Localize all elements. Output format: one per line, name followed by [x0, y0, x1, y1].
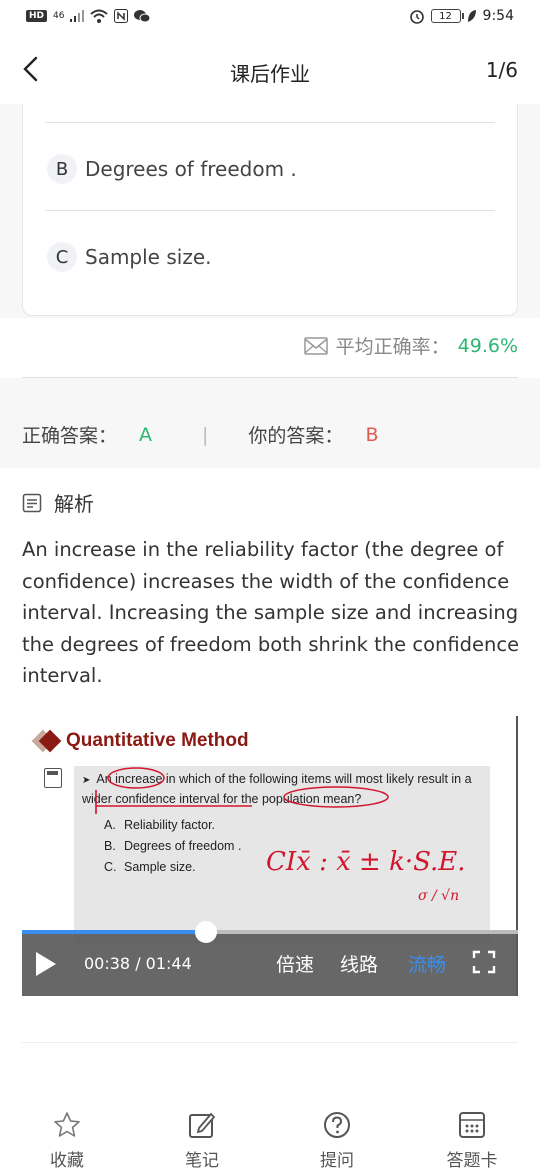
page-title: 课后作业 [230, 62, 310, 86]
answer-separator: | [202, 423, 209, 446]
quality-button[interactable]: 流畅 [408, 950, 446, 977]
option-letter: C [47, 242, 77, 272]
answer-card-icon [459, 1112, 485, 1138]
nav-bar: 课后作业 1/6 [0, 36, 540, 104]
seek-handle[interactable] [194, 921, 217, 943]
my-answer-label: 你的答案： [248, 425, 344, 447]
accuracy-row: 平均正确率： 49.6% [0, 318, 540, 378]
option-divider [45, 210, 495, 211]
network-type: 46 [53, 11, 65, 21]
option-letter: B [47, 154, 77, 184]
handwriting-formula: CIx̄ : x̄ ± k·S.E. [266, 847, 466, 877]
star-icon [54, 1112, 80, 1137]
battery-indicator: 12 [430, 9, 464, 23]
slide-title: Quantitative Method [38, 729, 249, 753]
mail-icon[interactable] [303, 336, 328, 356]
signal-icon [70, 10, 85, 22]
route-button[interactable]: 线路 [340, 950, 378, 977]
question-progress: 1/6 [485, 58, 518, 82]
seek-progress [22, 930, 206, 934]
seek-bar[interactable] [22, 921, 518, 943]
bottom-divider [22, 1042, 518, 1043]
status-bar: HD 46 12 9:54 [0, 0, 540, 36]
alarm-icon [409, 10, 424, 24]
tab-favorite[interactable]: 收藏 [27, 1110, 107, 1171]
calculator-icon [44, 768, 62, 788]
tab-ask[interactable]: 提问 [297, 1110, 377, 1171]
accuracy-value: 49.6% [457, 334, 518, 357]
video-controls: 00:38 / 01:44 倍速 线路 流畅 [22, 921, 518, 996]
tab-answer-card[interactable]: 答题卡 [432, 1110, 512, 1171]
option-c[interactable]: C Sample size. [47, 237, 493, 277]
option-divider [45, 122, 495, 123]
accuracy-label: 平均正确率： [335, 336, 450, 358]
analysis-heading: 解析 [22, 488, 94, 517]
correct-answer-label: 正确答案： [22, 425, 118, 447]
analysis-text: An increase in the reliability factor (t… [22, 538, 520, 687]
speed-button[interactable]: 倍速 [276, 950, 314, 977]
option-text: Degrees of freedom . [85, 157, 297, 181]
hd-indicator: HD [26, 10, 48, 22]
handwriting-annotation: CIx̄ : x̄ ± k·S.E. σ / √n [95, 767, 466, 904]
document-icon [22, 493, 42, 512]
my-answer-value: B [365, 423, 379, 446]
question-icon [324, 1112, 350, 1138]
correct-answer-value: A [139, 423, 153, 446]
bottom-tab-bar: 收藏 笔记 提问 答题卡 [0, 1100, 540, 1171]
answer-row: 正确答案： A | 你的答案： B [0, 378, 540, 468]
video-player[interactable]: Quantitative Method ➤ An increase in whic… [22, 716, 518, 996]
leaf-icon [467, 10, 476, 22]
diamond-icon [38, 729, 62, 753]
tab-notes[interactable]: 笔记 [162, 1110, 242, 1171]
nfc-icon [114, 9, 129, 23]
wifi-icon [90, 9, 109, 23]
playback-time: 00:38 / 01:44 [84, 954, 192, 973]
handwriting-denominator: σ / √n [418, 888, 459, 904]
analysis-title: 解析 [54, 492, 94, 516]
note-edit-icon [189, 1112, 216, 1138]
option-text: Sample size. [85, 245, 212, 269]
option-b[interactable]: B Degrees of freedom . [47, 149, 493, 189]
slide-panel: ➤ An increase in which of the following i… [74, 766, 490, 944]
wechat-icon [134, 10, 151, 23]
options-card: B Degrees of freedom . C Sample size. [22, 104, 518, 316]
fullscreen-icon[interactable] [472, 950, 496, 974]
play-icon[interactable] [36, 952, 56, 976]
clock: 9:54 [482, 8, 514, 24]
